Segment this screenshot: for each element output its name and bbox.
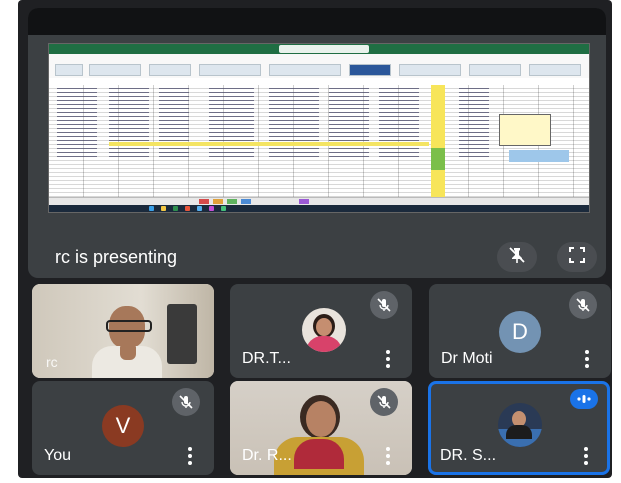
shared-screen-top-bar [28,8,606,35]
fullscreen-button[interactable] [557,242,597,272]
avatar [498,403,542,447]
windows-taskbar [49,205,589,212]
unpin-button[interactable] [497,242,537,272]
more-options-button[interactable] [585,350,589,368]
participant-name: Dr Moti [441,350,493,367]
participant-tile-dr-r[interactable]: Dr. R... [230,381,412,475]
green-cells [431,148,445,170]
excel-search-box [279,45,369,53]
more-options-button[interactable] [188,447,192,465]
watermark-text: rc [46,354,58,370]
excel-ribbon [49,54,589,79]
mic-off-icon [377,395,391,409]
participant-tile-you[interactable]: V You [32,381,214,475]
avatar: D [499,311,541,353]
participant-video [92,306,162,378]
participant-tile-rc[interactable]: rc [32,284,214,378]
more-options-button[interactable] [584,447,588,465]
presentation-tile[interactable]: rc is presenting [28,8,606,278]
participant-tile-dr-t[interactable]: DR.T... [230,284,412,378]
participant-tile-dr-s[interactable]: DR. S... [428,381,610,475]
participant-tile-dr-moti[interactable]: D Dr Moti [429,284,611,378]
participant-name: You [44,447,71,464]
highlighted-column [431,85,445,197]
meeting-window: rc is presenting rc DR.T... D Dr Moti V … [18,0,612,478]
highlighted-row [109,142,429,146]
mic-off-icon [179,395,193,409]
mic-off-icon [377,298,391,312]
presenter-label: rc is presenting [55,247,178,267]
shared-excel-window [48,43,590,213]
mic-off-indicator [370,388,398,416]
pin-off-icon [507,245,527,270]
avatar [302,308,346,352]
excel-title-bar [49,44,589,54]
participant-name: DR. S... [440,447,497,464]
fullscreen-icon [567,245,587,270]
speaking-indicator [570,389,598,409]
mic-off-indicator [370,291,398,319]
mic-off-indicator [569,291,597,319]
mic-off-indicator [172,388,200,416]
audio-level-icon [577,395,591,403]
avatar: V [102,405,144,447]
mic-off-icon [576,298,590,312]
more-options-button[interactable] [386,350,390,368]
more-options-button[interactable] [386,447,390,465]
participant-name: DR.T... [242,350,291,367]
participant-name: Dr. R... [242,447,292,464]
